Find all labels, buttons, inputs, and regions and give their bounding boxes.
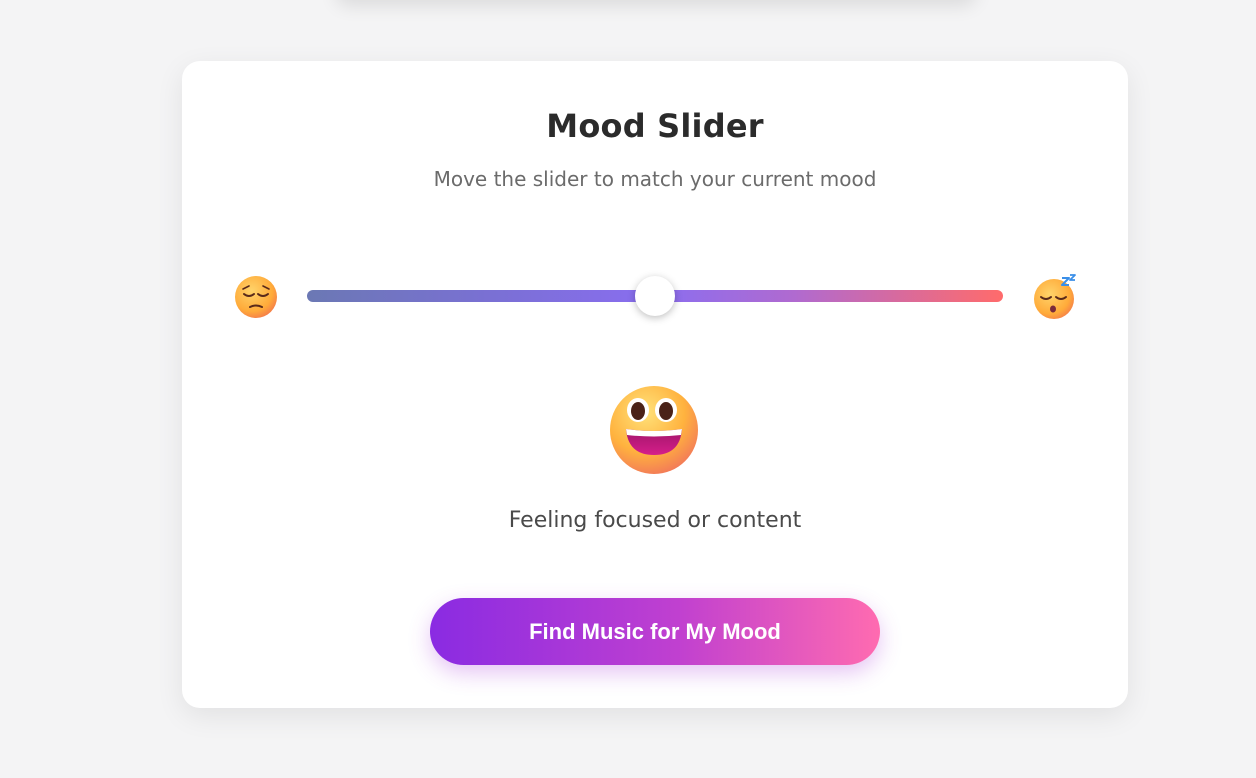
card-subtitle: Move the slider to match your current mo… — [433, 167, 877, 191]
mood-slider-thumb[interactable] — [635, 276, 675, 316]
grinning-face-icon — [610, 386, 698, 474]
pensive-face-icon — [235, 276, 277, 318]
mood-slider-card: Mood Slider Move the slider to match you… — [182, 61, 1128, 708]
find-music-button[interactable]: Find Music for My Mood — [430, 598, 880, 665]
card-title: Mood Slider — [546, 107, 764, 145]
mood-description: Feeling focused or content — [508, 508, 802, 533]
sleeping-face-icon — [1034, 274, 1076, 319]
